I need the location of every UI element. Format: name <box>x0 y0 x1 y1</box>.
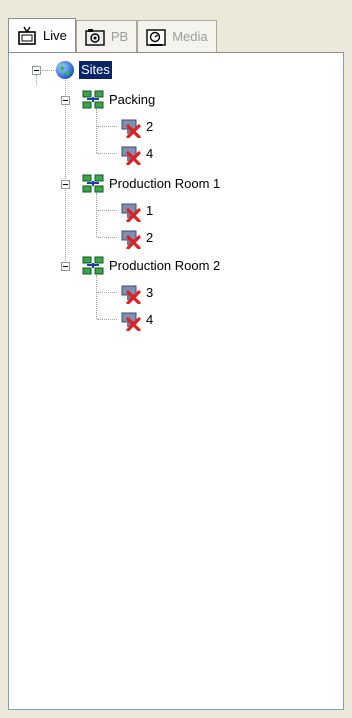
tree-node-camera[interactable]: 4 <box>119 143 155 165</box>
media-icon <box>146 28 166 46</box>
camera-offline-icon <box>121 230 141 249</box>
tab-media[interactable]: Media <box>137 20 217 52</box>
network-group-icon <box>82 256 104 275</box>
group-collapse-toggle[interactable] <box>61 180 70 189</box>
tab-live-label: Live <box>43 28 67 43</box>
camera-playback-icon <box>85 28 105 46</box>
tv-icon <box>18 26 36 45</box>
tree-node-label: Sites <box>79 61 112 79</box>
camera-label: 4 <box>146 146 154 161</box>
camera-label: 1 <box>146 203 154 218</box>
tree-node-group[interactable]: Production Room 2 <box>82 255 222 277</box>
camera-label: 2 <box>146 119 154 134</box>
tree-node-sites[interactable]: Sites <box>54 59 112 81</box>
camera-label: 4 <box>146 312 154 327</box>
network-group-icon <box>82 90 104 109</box>
camera-offline-icon <box>121 285 141 304</box>
site-tree-panel[interactable]: Sites Packing 2 4 Production Room 1 1 2 … <box>8 52 344 710</box>
group-label: Production Room 1 <box>109 176 221 191</box>
tab-media-label: Media <box>172 29 208 44</box>
group-collapse-toggle[interactable] <box>61 262 70 271</box>
camera-offline-icon <box>121 146 141 165</box>
group-collapse-toggle[interactable] <box>61 96 70 105</box>
tree-node-camera[interactable]: 3 <box>119 282 155 304</box>
camera-label: 2 <box>146 230 154 245</box>
network-group-icon <box>82 174 104 193</box>
group-label: Production Room 2 <box>109 258 221 273</box>
site-tree: Sites Packing 2 4 Production Room 1 1 2 … <box>9 53 343 709</box>
tree-node-group[interactable]: Production Room 1 <box>82 173 222 195</box>
group-label: Packing <box>109 92 156 107</box>
tree-node-group[interactable]: Packing <box>82 89 157 111</box>
globe-icon <box>56 61 74 79</box>
tree-node-camera[interactable]: 4 <box>119 309 155 331</box>
tree-node-camera[interactable]: 2 <box>119 227 155 249</box>
camera-offline-icon <box>121 119 141 138</box>
tab-pb[interactable]: PB <box>75 20 138 52</box>
tab-bar: Live PB Media <box>8 18 344 52</box>
tree-node-camera[interactable]: 2 <box>119 116 155 138</box>
tab-pb-label: PB <box>110 29 129 44</box>
tab-live[interactable]: Live <box>8 18 76 52</box>
camera-offline-icon <box>121 203 141 222</box>
tree-node-camera[interactable]: 1 <box>119 200 155 222</box>
camera-label: 3 <box>146 285 154 300</box>
root-collapse-toggle[interactable] <box>32 66 41 75</box>
camera-offline-icon <box>121 312 141 331</box>
